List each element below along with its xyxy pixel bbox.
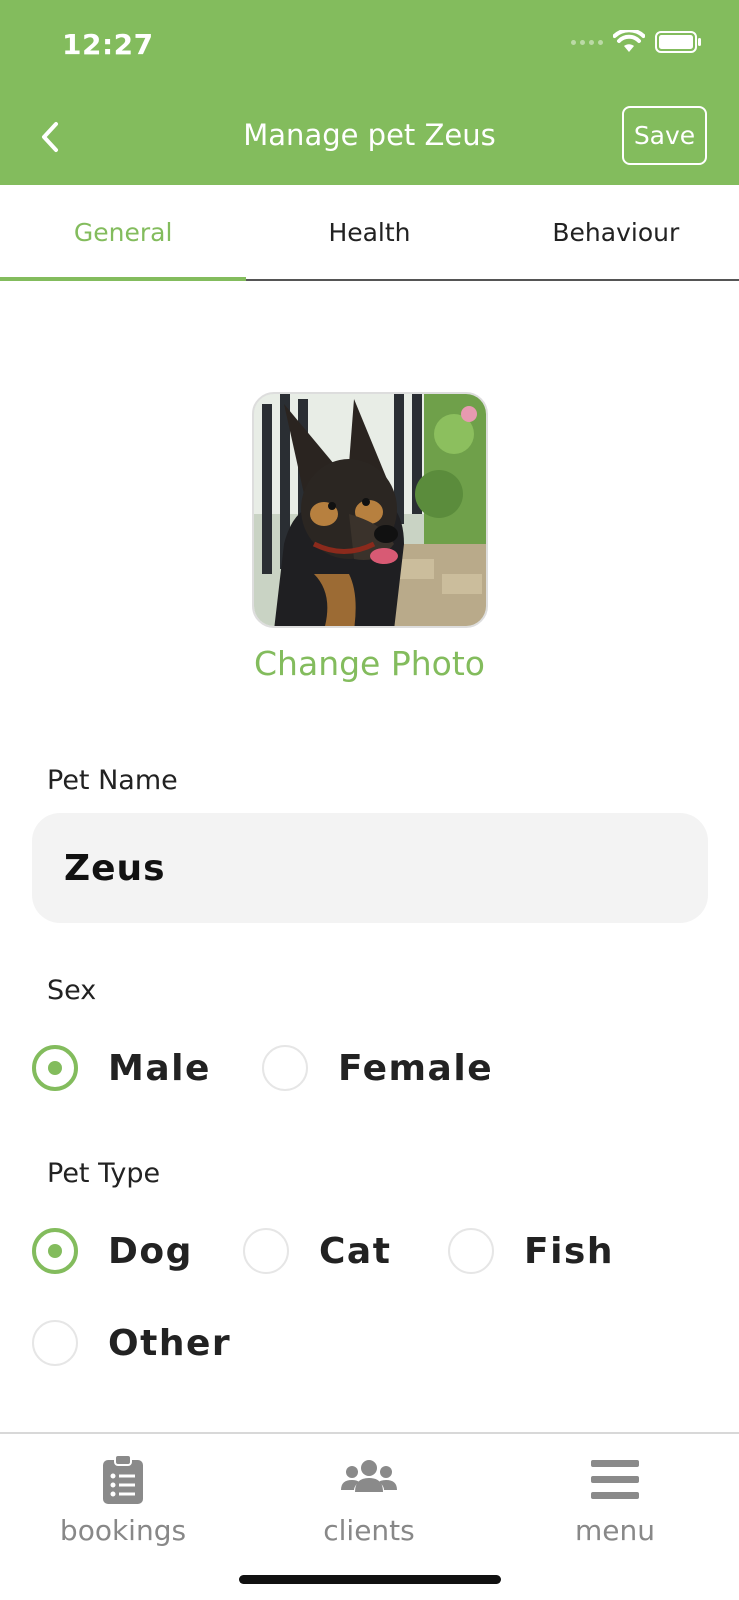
nav-item-clients[interactable]: clients	[246, 1454, 492, 1547]
pet-type-option-label: Dog	[108, 1230, 193, 1272]
pet-type-label: Pet Type	[47, 1158, 161, 1189]
status-indicators	[571, 30, 703, 54]
save-button[interactable]: Save	[622, 106, 707, 165]
radio-unchecked-icon	[448, 1228, 494, 1274]
pet-type-option-other[interactable]: Other	[32, 1320, 231, 1366]
tab-health[interactable]: Health	[246, 185, 492, 279]
nav-item-label: menu	[575, 1514, 655, 1547]
pet-type-option-label: Cat	[319, 1230, 392, 1272]
pet-type-option-cat[interactable]: Cat	[243, 1228, 391, 1274]
tab-behaviour[interactable]: Behaviour	[493, 185, 739, 279]
cellular-signal-icon	[571, 39, 603, 45]
home-indicator	[239, 1575, 501, 1584]
sex-option-female[interactable]: Female	[262, 1045, 493, 1091]
sex-option-label: Male	[108, 1047, 211, 1089]
nav-item-menu[interactable]: menu	[492, 1454, 738, 1547]
pet-type-option-dog[interactable]: Dog	[32, 1228, 193, 1274]
nav-item-label: bookings	[59, 1514, 187, 1547]
battery-icon	[655, 30, 703, 54]
radio-unchecked-icon	[32, 1320, 78, 1366]
pet-name-input[interactable]: Zeus	[32, 813, 708, 923]
sex-option-male[interactable]: Male	[32, 1045, 211, 1091]
radio-checked-icon	[32, 1228, 78, 1274]
status-time: 12:27	[62, 28, 154, 61]
pet-photo[interactable]	[252, 392, 488, 628]
users-icon	[341, 1460, 397, 1492]
clipboard-list-icon	[103, 1454, 143, 1504]
dog-photo-image	[254, 394, 486, 626]
nav-item-label: clients	[323, 1514, 415, 1547]
pet-type-option-label: Fish	[524, 1230, 614, 1272]
sex-option-label: Female	[338, 1047, 494, 1089]
pet-type-option-fish[interactable]: Fish	[448, 1228, 614, 1274]
pet-name-label: Pet Name	[47, 765, 178, 796]
tab-general[interactable]: General	[0, 185, 247, 281]
app-header: 12:27 Manage pet Zeus Save	[0, 0, 739, 185]
radio-unchecked-icon	[243, 1228, 289, 1274]
radio-unchecked-icon	[262, 1045, 308, 1091]
change-photo-link[interactable]: Change Photo	[0, 644, 739, 683]
hamburger-menu-icon	[591, 1460, 639, 1499]
radio-checked-icon	[32, 1045, 78, 1091]
sex-label: Sex	[47, 975, 97, 1006]
tab-bar: General Health Behaviour	[0, 185, 739, 281]
nav-item-bookings[interactable]: bookings	[0, 1454, 246, 1547]
wifi-icon	[613, 30, 645, 54]
pet-type-option-label: Other	[108, 1322, 232, 1364]
